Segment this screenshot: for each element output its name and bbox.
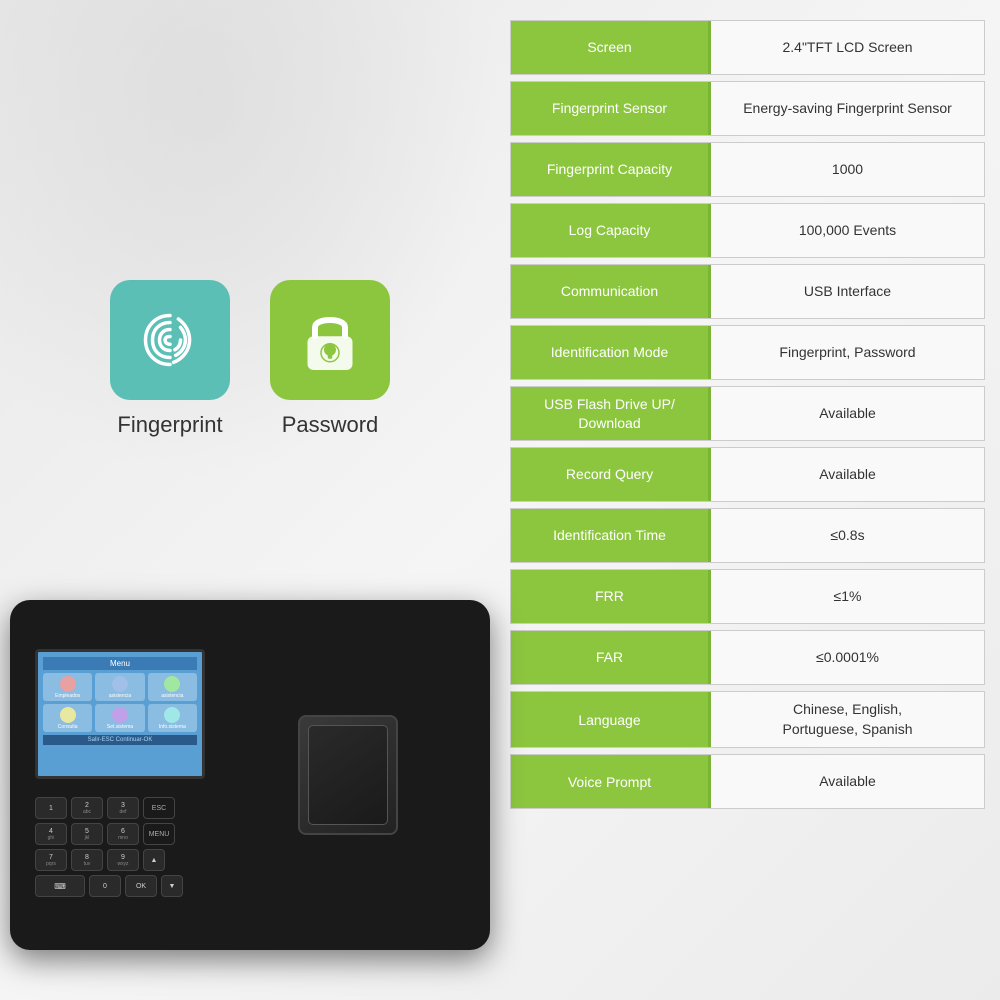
spec-label-9: FRR <box>511 570 711 623</box>
key-4: 4ghi <box>35 823 67 845</box>
key-up: ▲ <box>143 849 165 871</box>
main-container: Fingerprint P <box>0 0 1000 1000</box>
spec-row-8: Identification Time≤0.8s <box>510 508 985 563</box>
spec-label-3: Log Capacity <box>511 204 711 257</box>
lcd-icon-5: Set.sistema <box>95 704 144 732</box>
spec-row-12: Voice PromptAvailable <box>510 754 985 809</box>
password-icon-square <box>270 280 390 400</box>
password-icon-box: Password <box>270 280 390 438</box>
spec-value-7: Available <box>711 448 984 501</box>
lcd-icon-2: asistencia <box>95 673 144 701</box>
lcd-icon-6: Info.sistema <box>148 704 197 732</box>
spec-row-3: Log Capacity100,000 Events <box>510 203 985 258</box>
password-label: Password <box>282 412 379 438</box>
lock-svg-icon <box>300 305 360 375</box>
spec-value-8: ≤0.8s <box>711 509 984 562</box>
lcd-topbar: Menu <box>43 657 197 670</box>
spec-value-3: 100,000 Events <box>711 204 984 257</box>
key-6: 6mno <box>107 823 139 845</box>
key-row-4: ⌨ 0 OK ▼ <box>35 875 205 897</box>
right-col: Screen2.4"TFT LCD ScreenFingerprint Sens… <box>500 0 1000 1000</box>
key-9: 9wxyz <box>107 849 139 871</box>
fp-sensor-area <box>225 620 470 930</box>
spec-row-6: USB Flash Drive UP/ DownloadAvailable <box>510 386 985 441</box>
spec-row-5: Identification ModeFingerprint, Password <box>510 325 985 380</box>
spec-value-12: Available <box>711 755 984 808</box>
lcd-screen: Menu Empleados asistencia <box>35 649 205 779</box>
key-ok: OK <box>125 875 157 897</box>
key-row-2: 4ghi 5jkl 6mno MENU <box>35 823 205 845</box>
lcd-bottombar: Salir-ESC Continuar-OK <box>43 735 197 745</box>
fingerprint-svg-icon <box>135 305 205 375</box>
spec-value-11: Chinese, English,Portuguese, Spanish <box>711 692 984 747</box>
spec-label-0: Screen <box>511 21 711 74</box>
spec-label-8: Identification Time <box>511 509 711 562</box>
key-down: ▼ <box>161 875 183 897</box>
spec-label-7: Record Query <box>511 448 711 501</box>
device: Menu Empleados asistencia <box>10 600 490 950</box>
key-7: 7pqrs <box>35 849 67 871</box>
keypad: 1 2abc 3def ESC 4ghi 5jkl 6mno MENU <box>35 797 205 901</box>
spec-value-0: 2.4"TFT LCD Screen <box>711 21 984 74</box>
spec-label-11: Language <box>511 692 711 747</box>
fp-sensor-inner <box>308 725 388 825</box>
spec-value-9: ≤1% <box>711 570 984 623</box>
key-menu: MENU <box>143 823 175 845</box>
lcd-icons: Empleados asistencia asistencia <box>43 673 197 732</box>
key-row-1: 1 2abc 3def ESC <box>35 797 205 819</box>
lcd-icon-4: Consulta <box>43 704 92 732</box>
key-esc: ESC <box>143 797 175 819</box>
spec-label-12: Voice Prompt <box>511 755 711 808</box>
key-hash: ⌨ <box>35 875 85 897</box>
spec-row-4: CommunicationUSB Interface <box>510 264 985 319</box>
spec-label-6: USB Flash Drive UP/ Download <box>511 387 711 440</box>
spec-row-0: Screen2.4"TFT LCD Screen <box>510 20 985 75</box>
spec-value-1: Energy-saving Fingerprint Sensor <box>711 82 984 135</box>
key-5: 5jkl <box>71 823 103 845</box>
key-3: 3def <box>107 797 139 819</box>
spec-row-9: FRR≤1% <box>510 569 985 624</box>
icons-row: Fingerprint P <box>110 280 390 438</box>
fingerprint-label: Fingerprint <box>117 412 222 438</box>
key-8: 8tuv <box>71 849 103 871</box>
spec-value-4: USB Interface <box>711 265 984 318</box>
spec-row-10: FAR≤0.0001% <box>510 630 985 685</box>
fp-sensor <box>298 715 398 835</box>
spec-row-7: Record QueryAvailable <box>510 447 985 502</box>
spec-label-10: FAR <box>511 631 711 684</box>
fingerprint-icon-box: Fingerprint <box>110 280 230 438</box>
spec-label-4: Communication <box>511 265 711 318</box>
key-1: 1 <box>35 797 67 819</box>
spec-label-2: Fingerprint Capacity <box>511 143 711 196</box>
spec-label-5: Identification Mode <box>511 326 711 379</box>
fingerprint-icon-square <box>110 280 230 400</box>
device-screen-area: Menu Empleados asistencia <box>35 649 205 901</box>
spec-row-2: Fingerprint Capacity1000 <box>510 142 985 197</box>
spec-label-1: Fingerprint Sensor <box>511 82 711 135</box>
key-2: 2abc <box>71 797 103 819</box>
spec-value-10: ≤0.0001% <box>711 631 984 684</box>
key-row-3: 7pqrs 8tuv 9wxyz ▲ <box>35 849 205 871</box>
lcd-icon-3: asistencia <box>148 673 197 701</box>
device-container: Menu Empleados asistencia <box>10 600 500 980</box>
lcd-icon-1: Empleados <box>43 673 92 701</box>
spec-row-1: Fingerprint SensorEnergy-saving Fingerpr… <box>510 81 985 136</box>
key-0: 0 <box>89 875 121 897</box>
spec-value-6: Available <box>711 387 984 440</box>
spec-value-2: 1000 <box>711 143 984 196</box>
left-column: Fingerprint P <box>0 0 500 1000</box>
spec-row-11: LanguageChinese, English,Portuguese, Spa… <box>510 691 985 748</box>
spec-value-5: Fingerprint, Password <box>711 326 984 379</box>
